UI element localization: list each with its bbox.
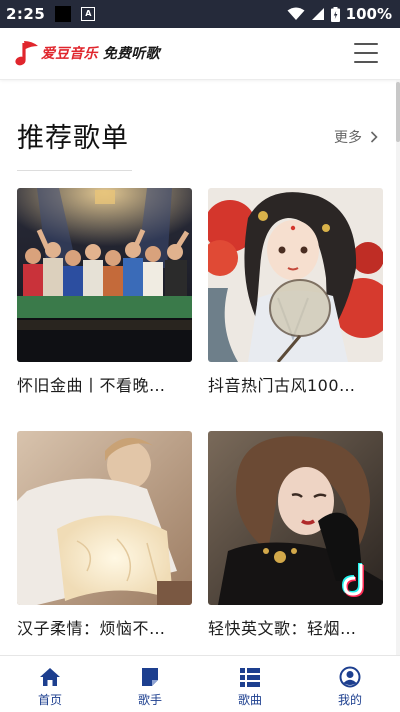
- singer-card-icon: [142, 668, 158, 686]
- nav-item-mine[interactable]: 我的: [300, 656, 400, 712]
- black-square-icon: [55, 6, 72, 22]
- playlist-cover-image: [17, 188, 192, 362]
- playlist-title: 轻快英文歌：轻烟…: [208, 619, 357, 638]
- playlist-card[interactable]: 汉子柔情：烦恼不…: [17, 431, 192, 639]
- logo-slogan: 免费听歌: [97, 46, 160, 62]
- playlist-card[interactable]: 抖音热门古风100…: [208, 188, 383, 396]
- a-notification-icon: A: [81, 7, 96, 21]
- battery-percent: 100%: [345, 5, 392, 23]
- playlist-title: 抖音热门古风100…: [208, 376, 356, 395]
- battery-icon: [330, 6, 340, 22]
- home-icon: [40, 668, 60, 686]
- playlist-cover-image: [208, 431, 383, 605]
- app-header: 爱豆音乐 免费听歌: [0, 28, 400, 80]
- nav-item-songs[interactable]: 歌曲: [200, 656, 300, 712]
- nav-item-singer[interactable]: 歌手: [100, 656, 200, 712]
- bottom-navigation: 首页 歌手 歌曲 我的: [0, 655, 400, 712]
- playlist-card[interactable]: 轻快英文歌：轻烟…: [208, 431, 383, 639]
- section-title: 推荐歌单: [17, 123, 129, 154]
- playlist-cover-image: [208, 188, 383, 362]
- user-profile-icon: [339, 666, 361, 688]
- section-title-underline: [17, 170, 132, 171]
- scrollbar-thumb[interactable]: [396, 82, 400, 142]
- wifi-icon: [287, 7, 305, 20]
- chevron-right-icon: [370, 131, 378, 143]
- nav-label-mine: 我的: [337, 693, 362, 707]
- nav-label-home: 首页: [37, 693, 62, 707]
- nav-label-singer: 歌手: [137, 693, 162, 707]
- status-bar: 2:25 A 100%: [0, 0, 400, 28]
- app-logo[interactable]: 爱豆音乐 免费听歌: [14, 38, 160, 68]
- more-link[interactable]: 更多: [334, 127, 378, 147]
- playlist-card[interactable]: 怀旧金曲丨不看晚…: [17, 188, 192, 396]
- logo-text: 爱豆音乐 免费听歌: [41, 43, 160, 63]
- playlist-title: 汉子柔情：烦恼不…: [17, 619, 166, 638]
- signal-icon: [311, 8, 324, 20]
- music-note-logo-icon: [15, 41, 38, 66]
- hamburger-menu-icon[interactable]: [354, 43, 378, 63]
- more-label: 更多: [334, 130, 362, 146]
- playlist-title: 怀旧金曲丨不看晚…: [17, 376, 166, 395]
- playlist-cover-image: [17, 431, 192, 605]
- nav-item-home[interactable]: 首页: [0, 656, 100, 712]
- logo-brand: 爱豆音乐: [41, 46, 98, 62]
- scrollbar-track[interactable]: [396, 80, 400, 655]
- status-right-group: 100%: [287, 5, 392, 23]
- status-time: 2:25: [6, 5, 46, 23]
- song-list-icon: [240, 668, 260, 687]
- nav-label-songs: 歌曲: [237, 693, 262, 707]
